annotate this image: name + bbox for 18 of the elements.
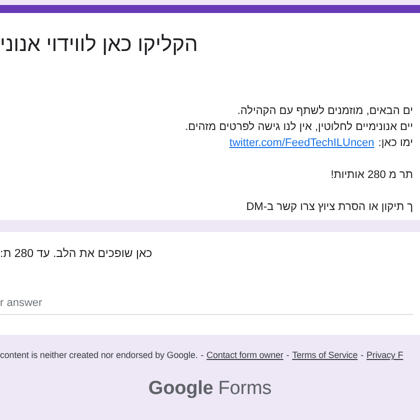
description-line: תר מ 280 אותיות! [330,168,413,183]
question-label: :כאן שופכים את הלב. עד 280 ת [0,248,152,260]
description-line: יים אנונימיים לחלוטין, אין לנו גישה לפרטים מזהים. [185,120,413,135]
answer-field[interactable]: r answer [0,297,413,315]
description-line: ימו כאן: [378,136,413,151]
google-logo: Google [148,378,214,400]
footer-link[interactable]: Privacy F [366,349,404,361]
description-line: ים הבאים, מוזמנים לשתף עם הקהילה. [237,104,413,119]
twitter-link[interactable]: twitter.com/FeedTechILUncen [229,135,374,151]
separator: - [286,349,290,361]
form-title: הקליקו כאן לווידוי אנוני [0,32,198,58]
forms-label: Forms [218,378,272,400]
separator: - [200,349,204,361]
separator: - [360,349,364,361]
footer-link[interactable]: Terms of Service [292,349,358,361]
footer-link[interactable]: Contact form owner [206,349,284,361]
disclaimer-text: content is neither created nor endorsed by Google. [0,349,198,361]
description-line: ך תיקון או הסרת ציוץ צרו קשר ב-DM [246,200,413,215]
